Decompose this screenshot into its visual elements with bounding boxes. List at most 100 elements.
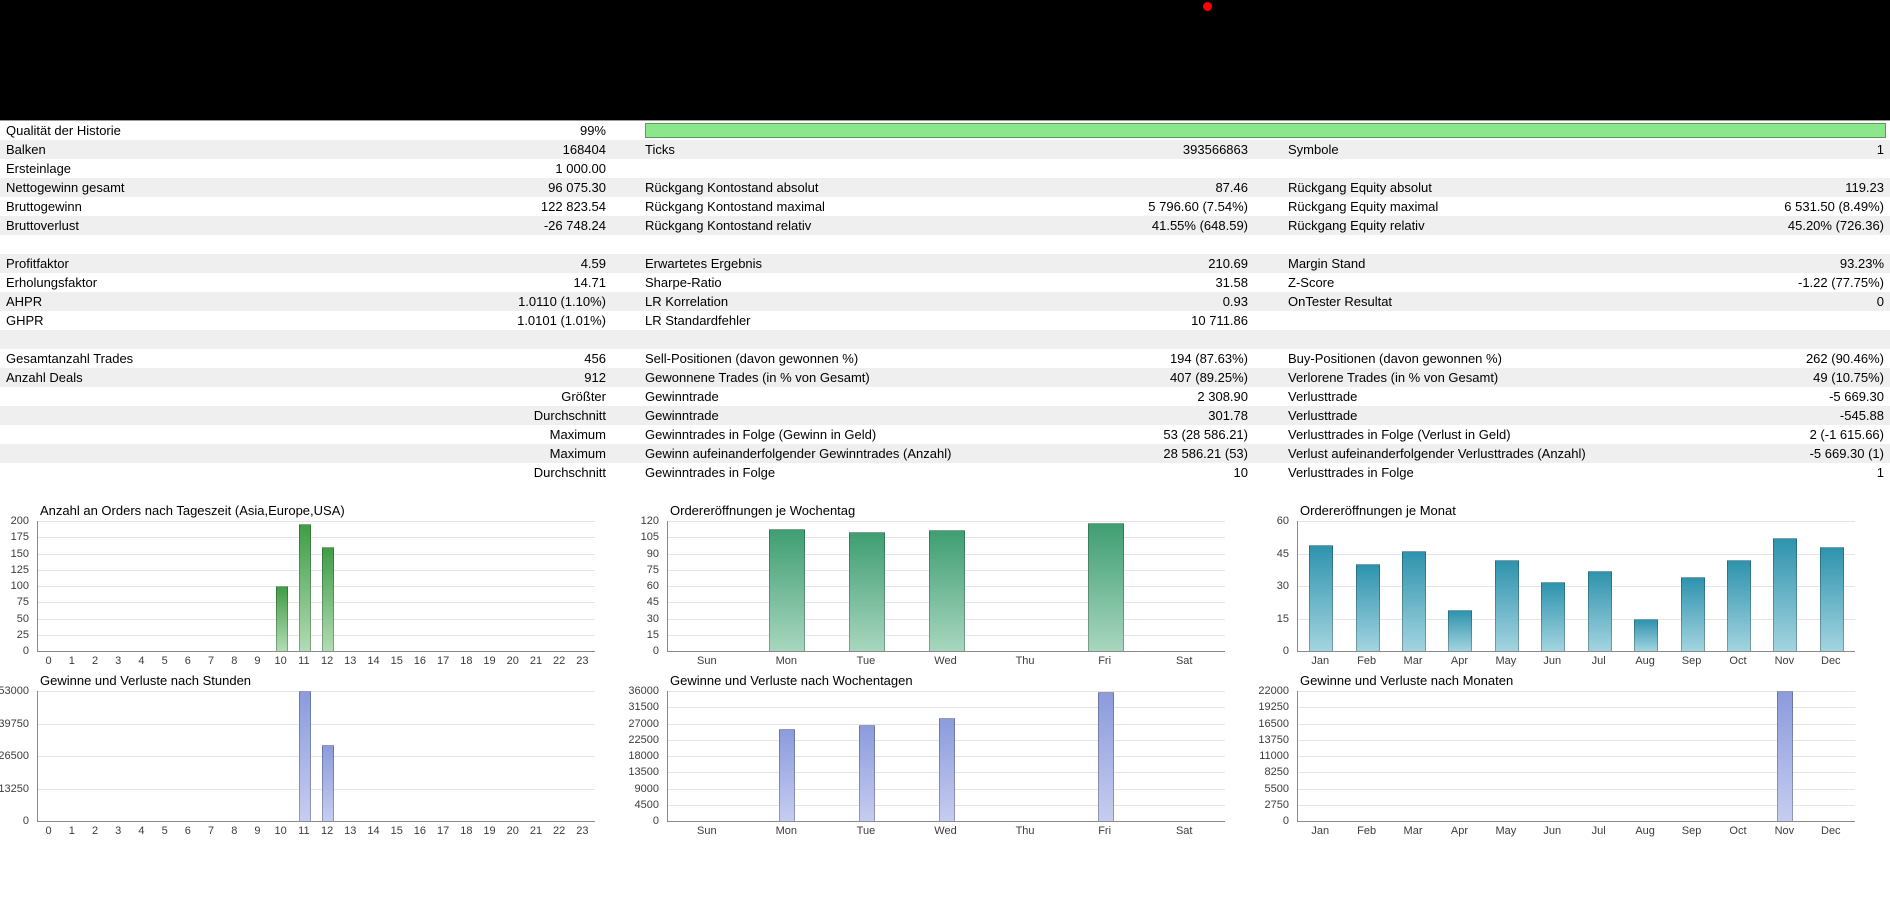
y-tick-label: 8250 (1264, 766, 1289, 779)
x-tick-label: 6 (184, 825, 191, 837)
x-tick-label: 6 (184, 655, 191, 667)
x-tick-label: Dec (1821, 825, 1841, 837)
x-tick-label: 18 (460, 825, 473, 837)
x-tick-label: Mar (1403, 825, 1423, 837)
x-tick-label: 13 (344, 825, 357, 837)
y-tick-label: 60 (646, 580, 659, 592)
gridline (38, 756, 595, 757)
gridline (38, 634, 595, 636)
bar-10 (275, 586, 288, 651)
y-tick-label: 13750 (1258, 733, 1289, 746)
bar-Nov (1777, 691, 1794, 821)
y-tick-label: 0 (1282, 815, 1289, 827)
table-row: Profitfaktor 4.59 Erwartetes Ergebnis 210.6… (0, 254, 1890, 273)
table-row (0, 235, 1890, 254)
x-tick-label: 2 (91, 655, 99, 667)
table-row: Gesamtanzahl Trades 456 Sell-Positionen (d… (0, 349, 1890, 368)
x-tick-label: 23 (576, 655, 589, 667)
stat-label: Gewinntrades in Folge (645, 465, 776, 480)
y-axis: 0 15 30 45 60 (1260, 515, 1293, 657)
chart-title: Ordereröffnungen je Monat (1300, 503, 1456, 518)
x-tick-label: Tue (856, 655, 876, 667)
y-tick-label: 45 (646, 596, 659, 609)
plot-area (37, 691, 595, 822)
x-tick-label: Sun (696, 825, 717, 837)
gridline (1298, 691, 1855, 692)
x-axis: 0 1 2 3 4 5 6 7 8 9 10 11 12 13 14 15 16 17 18 19 20 21 22 23 (37, 825, 594, 838)
stat-value: 0.93 (1222, 294, 1248, 309)
y-axis: 0 25 50 75 100 125 150 175 200 (0, 515, 33, 657)
stat-label: LR Korrelation (645, 294, 729, 309)
x-tick-label: Mon (775, 655, 798, 667)
y-tick-label: 0 (652, 815, 659, 827)
stat-value: 45.20% (726.36) (1787, 218, 1884, 233)
x-tick-label: 18 (460, 655, 473, 667)
table-row: Durchschnitt Gewinntrade 301.78 Verlusttrad… (0, 406, 1890, 425)
y-tick-label: 60 (1276, 515, 1289, 527)
y-tick-label: 75 (646, 563, 659, 576)
x-tick-label: Jan (1311, 655, 1330, 667)
y-tick-label: 200 (10, 515, 29, 527)
stat-label: Ticks (645, 142, 675, 157)
bar-Wed (928, 529, 965, 651)
x-tick-label: Oct (1729, 825, 1747, 837)
x-tick-label: 20 (506, 825, 519, 837)
gridline (1298, 707, 1855, 709)
y-tick-label: 30 (646, 612, 659, 625)
x-tick-label: 14 (367, 825, 380, 837)
gridline (668, 707, 1225, 709)
chart-pnl-by-hour: Gewinne und Verluste nach Stunden 0 13250… (0, 673, 630, 908)
gridline (1298, 804, 1855, 806)
x-tick-label: 16 (413, 825, 427, 837)
stat-value: -26 748.24 (543, 218, 606, 233)
y-tick-label: 105 (640, 531, 659, 544)
x-tick-label: 14 (367, 655, 380, 667)
bar-12 (322, 547, 335, 651)
stat-value: 10 711.86 (1191, 313, 1248, 328)
y-tick-label: 4500 (634, 798, 659, 811)
x-tick-label: Dec (1821, 655, 1841, 667)
bar-Oct (1726, 560, 1751, 651)
stat-value: 262 (90.46%) (1805, 351, 1884, 366)
x-tick-label: Aug (1635, 825, 1655, 837)
bar-Tue (848, 531, 885, 651)
gridline (1298, 521, 1855, 522)
stat-value: 1.0110 (1.10%) (518, 294, 606, 309)
gridline (38, 553, 595, 555)
chart-pnl-by-month: Gewinne und Verluste nach Monaten 0 2750 5… (1258, 673, 1890, 908)
x-tick-label: 8 (231, 655, 238, 667)
bar-Fri (1097, 691, 1114, 821)
stat-value: 1 000.00 (555, 161, 606, 176)
x-tick-label: 13 (344, 655, 357, 667)
y-tick-label: 0 (652, 645, 659, 657)
x-tick-label: Sep (1681, 825, 1702, 837)
x-tick-label: 19 (483, 655, 496, 667)
bar-Mar (1402, 551, 1427, 651)
y-tick-label: 22000 (1258, 685, 1289, 697)
stat-value: 912 (584, 370, 606, 385)
x-axis: Jan Feb Mar Apr May Jun Jul Aug Sep Oct Nov Dec (1297, 825, 1854, 838)
x-tick-label: 9 (254, 655, 261, 667)
y-tick-label: 30 (1276, 580, 1289, 592)
x-tick-label: Wed (934, 825, 957, 837)
bar-Sep (1680, 577, 1705, 651)
x-tick-label: Apr (1450, 655, 1469, 667)
gridline (1298, 618, 1855, 620)
y-axis: 0 4500 9000 13500 18000 22500 27000 31500 36000 (628, 685, 663, 827)
y-tick-label: 125 (10, 563, 29, 576)
table-row: Bruttoverlust -26 748.24 Rückgang Kontosta… (0, 216, 1890, 235)
y-tick-label: 175 (10, 531, 29, 544)
y-tick-label: 18000 (628, 750, 659, 762)
x-tick-label: 10 (274, 825, 287, 837)
x-tick-label: 23 (576, 825, 589, 837)
bar-11 (298, 691, 311, 821)
x-tick-label: Sat (1175, 655, 1193, 667)
stat-value: 0 (1876, 294, 1884, 309)
bar-Jul (1587, 570, 1612, 651)
stat-label: Rückgang Kontostand maximal (645, 199, 825, 214)
x-tick-label: 15 (390, 825, 403, 837)
x-tick-label: Tue (856, 825, 876, 837)
stat-value: 393566863 (1182, 142, 1248, 157)
stat-value: -1.22 (77.75%) (1798, 275, 1884, 290)
stat-label: Gewinntrade (645, 389, 719, 404)
